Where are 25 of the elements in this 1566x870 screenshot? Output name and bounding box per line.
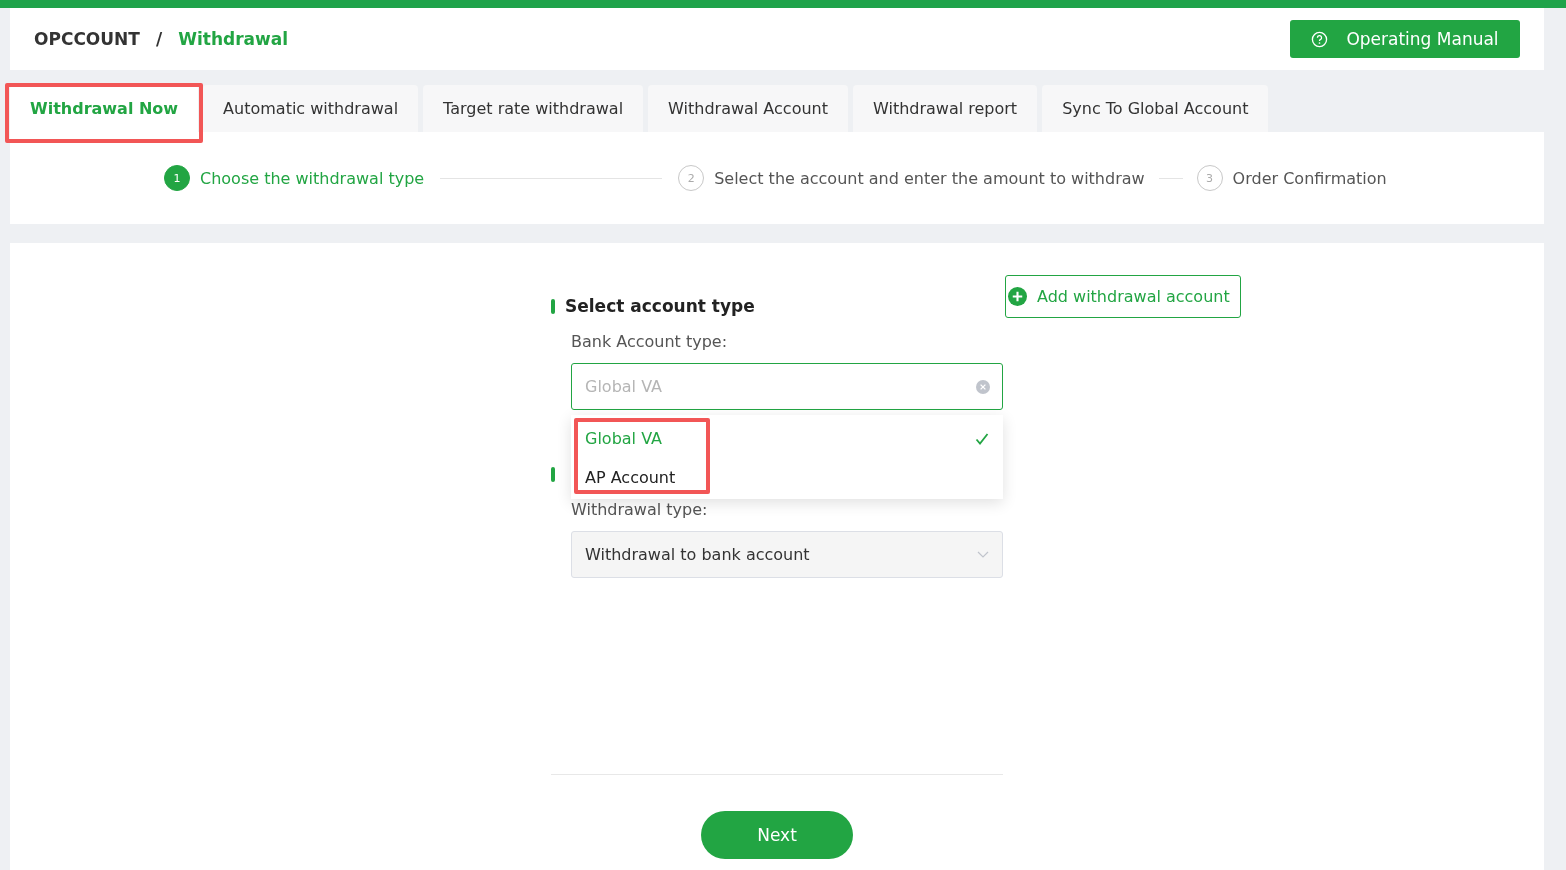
tab[interactable]: Target rate withdrawal <box>423 85 644 132</box>
step-label: Choose the withdrawal type <box>200 168 425 188</box>
field-label: Bank Account type: <box>571 332 729 351</box>
breadcrumb-separator: / <box>155 29 163 49</box>
tab[interactable]: Withdrawal Account <box>648 85 848 132</box>
dropdown-option[interactable]: AP Account <box>571 458 1003 497</box>
select-field[interactable]: Global VA <box>571 363 1003 410</box>
section-marker <box>551 298 555 314</box>
section-marker <box>551 466 555 482</box>
field-label: Withdrawal type: <box>571 500 709 519</box>
chevron-down-icon <box>977 550 989 559</box>
select-field[interactable]: Withdrawal to bank account <box>571 531 1003 578</box>
help-icon <box>1311 30 1329 48</box>
clear-icon[interactable] <box>976 380 990 394</box>
plus-circle-icon <box>1008 287 1027 306</box>
breadcrumb-item[interactable]: OPCCOUNT <box>34 29 140 49</box>
step-number: 1 <box>164 165 190 191</box>
check-icon <box>975 431 989 446</box>
section-title: Select account type <box>565 296 755 316</box>
step-label: Order Confirmation <box>1232 168 1387 188</box>
tab[interactable]: Sync To Global Account <box>1042 85 1269 132</box>
step-label: Select the account and enter the amount to withdraw <box>714 168 1145 188</box>
tab[interactable]: Withdrawal report <box>852 85 1038 132</box>
tab[interactable]: Automatic withdrawal <box>203 85 419 132</box>
breadcrumb-item: Withdrawal <box>178 29 288 49</box>
